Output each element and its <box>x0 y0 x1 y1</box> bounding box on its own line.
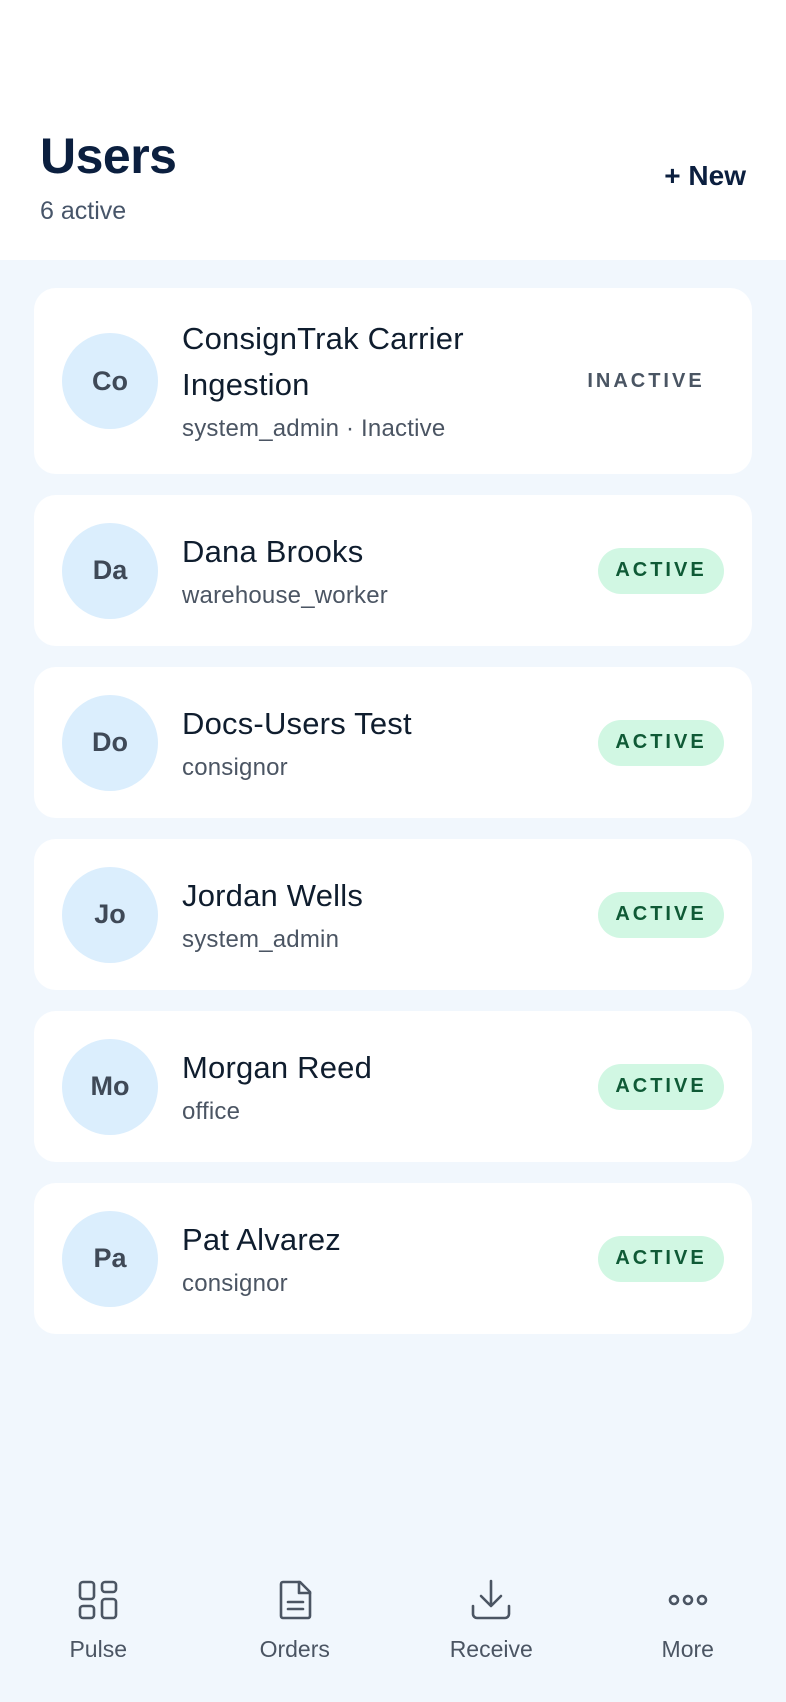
status-badge: ACTIVE <box>598 547 724 594</box>
header: Users 6 active + New <box>0 0 786 260</box>
nav-item-pulse[interactable]: Pulse <box>0 1550 197 1702</box>
grid-icon <box>76 1578 120 1622</box>
new-user-button[interactable]: + New <box>664 156 746 196</box>
avatar: Mo <box>62 1038 158 1135</box>
user-card[interactable]: Mo Morgan Reed office ACTIVE <box>34 1011 752 1162</box>
avatar: Co <box>62 333 158 429</box>
page-title: Users <box>40 128 177 184</box>
user-role: warehouse_worker <box>182 581 388 609</box>
nav-item-orders[interactable]: Orders <box>197 1550 394 1702</box>
download-icon <box>469 1578 513 1622</box>
user-card[interactable]: Jo Jordan Wells system_admin ACTIVE <box>34 839 752 990</box>
status-badge: ACTIVE <box>598 1063 724 1110</box>
avatar: Da <box>62 522 158 619</box>
document-icon <box>273 1578 317 1622</box>
user-card[interactable]: Do Docs-Users Test consignor ACTIVE <box>34 667 752 818</box>
user-name: Morgan Reed <box>182 1049 373 1085</box>
user-card[interactable]: Da Dana Brooks warehouse_worker ACTIVE <box>34 495 752 646</box>
status-badge: ACTIVE <box>598 719 724 766</box>
avatar: Do <box>62 694 158 791</box>
user-card[interactable]: Pa Pat Alvarez consignor ACTIVE <box>34 1183 752 1334</box>
nav-label: Pulse <box>69 1636 128 1662</box>
user-info: ConsignTrak Carrier Ingestion system_adm… <box>182 316 552 446</box>
user-name: Docs-Users Test <box>182 705 412 741</box>
nav-item-more[interactable]: More <box>590 1550 786 1702</box>
user-info: Docs-Users Test consignor <box>182 701 552 785</box>
user-name: Dana Brooks <box>182 533 364 569</box>
nav-label: More <box>661 1636 714 1662</box>
nav-label: Orders <box>259 1636 330 1662</box>
user-role: system_admin · Inactive <box>182 415 446 442</box>
status-badge: ACTIVE <box>598 891 724 938</box>
user-info: Pat Alvarez consignor <box>182 1217 552 1301</box>
user-list: Co ConsignTrak Carrier Ingestion system_… <box>34 288 752 1355</box>
more-dots-icon <box>666 1578 710 1622</box>
user-info: Morgan Reed office <box>182 1045 552 1129</box>
status-badge: INACTIVE <box>587 369 705 392</box>
avatar: Jo <box>62 866 158 963</box>
status-badge: ACTIVE <box>598 1235 724 1282</box>
user-info: Jordan Wells system_admin <box>182 873 552 957</box>
avatar: Pa <box>62 1210 158 1307</box>
nav-item-receive[interactable]: Receive <box>393 1550 590 1702</box>
nav-label: Receive <box>449 1636 533 1662</box>
user-role: system_admin <box>182 925 340 953</box>
user-name: Jordan Wells <box>182 877 364 913</box>
user-info: Dana Brooks warehouse_worker <box>182 529 552 613</box>
user-role: office <box>182 1097 241 1125</box>
bottom-nav: Pulse Orders Receive More <box>0 1550 786 1702</box>
user-role: consignor <box>182 1269 288 1297</box>
user-name: Pat Alvarez <box>182 1221 342 1257</box>
user-card[interactable]: Co ConsignTrak Carrier Ingestion system_… <box>34 288 752 474</box>
user-name: ConsignTrak Carrier Ingestion <box>182 321 464 402</box>
user-role: consignor <box>182 753 288 781</box>
active-count: 6 active <box>40 197 127 225</box>
